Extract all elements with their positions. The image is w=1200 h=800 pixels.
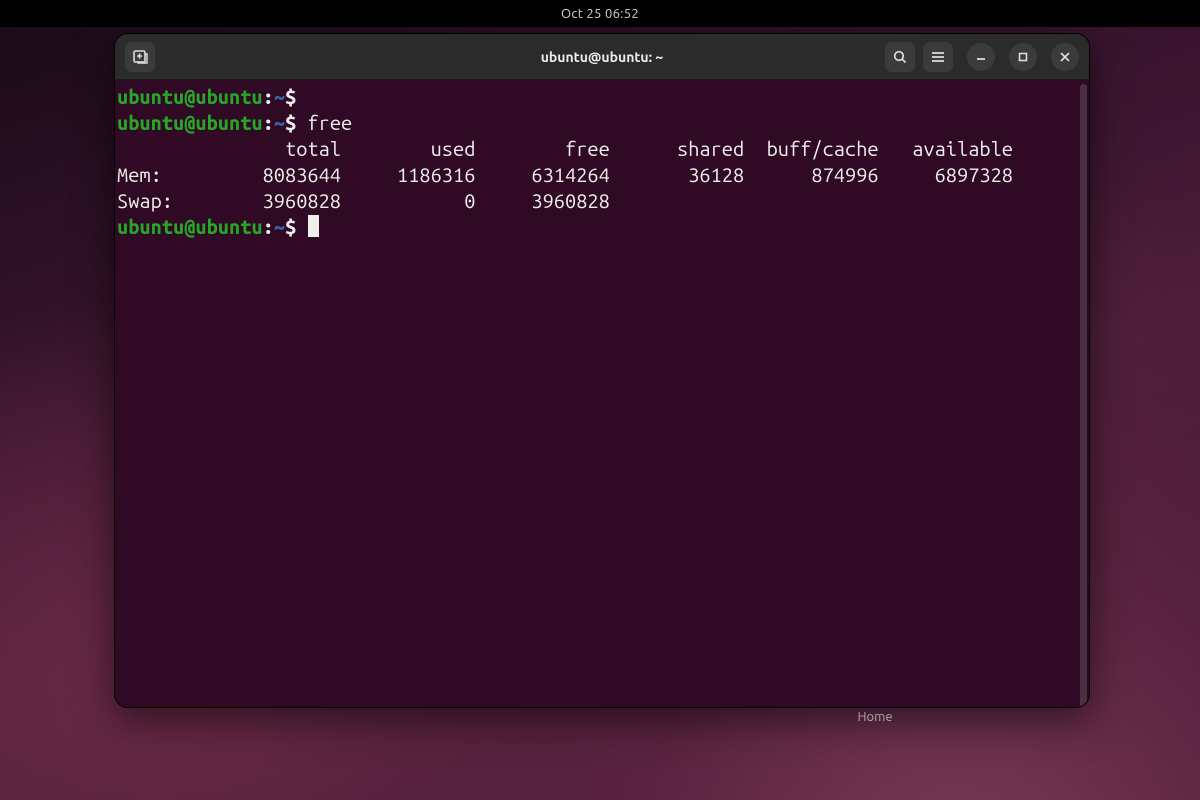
gnome-top-bar[interactable]: Oct 25 06:52 — [0, 0, 1200, 27]
prompt-user: ubuntu — [117, 111, 184, 134]
prompt-colon: : — [263, 215, 274, 238]
prompt-dollar: $ — [285, 111, 296, 134]
prompt-host: ubuntu — [195, 215, 262, 238]
free-swap-row: Swap: 3960828 0 3960828 — [117, 189, 610, 212]
prompt-path: ~ — [274, 215, 285, 238]
scrollbar[interactable] — [1080, 84, 1087, 707]
terminal-titlebar[interactable]: ubuntu@ubuntu: ~ — [115, 34, 1089, 80]
minimize-button[interactable] — [967, 43, 995, 71]
prompt-dollar: $ — [285, 85, 296, 108]
free-mem-row: Mem: 8083644 1186316 6314264 36128 87499… — [117, 163, 1013, 186]
prompt-host: ubuntu — [195, 85, 262, 108]
command-free: free — [296, 111, 352, 134]
prompt-at: @ — [184, 215, 195, 238]
prompt-path: ~ — [274, 111, 285, 134]
prompt-user: ubuntu — [117, 215, 184, 238]
prompt-user: ubuntu — [117, 85, 184, 108]
prompt-colon: : — [263, 85, 274, 108]
prompt-at: @ — [184, 85, 195, 108]
prompt-dollar: $ — [285, 215, 296, 238]
search-button[interactable] — [885, 42, 915, 72]
maximize-icon — [1017, 51, 1029, 63]
new-tab-button[interactable] — [125, 42, 155, 72]
prompt-colon: : — [263, 111, 274, 134]
desktop-wallpaper: Oct 25 06:52 Home ubuntu@ubuntu: ~ — [0, 0, 1200, 800]
terminal-cursor — [308, 215, 319, 237]
prompt-path: ~ — [274, 85, 285, 108]
search-icon — [892, 49, 908, 65]
minimize-icon — [975, 51, 987, 63]
prompt-at: @ — [184, 111, 195, 134]
terminal-body[interactable]: ubuntu@ubuntu:~$ ubuntu@ubuntu:~$ free t… — [115, 80, 1089, 707]
terminal-window: ubuntu@ubuntu: ~ — [114, 33, 1090, 708]
maximize-button[interactable] — [1009, 43, 1037, 71]
clock-label[interactable]: Oct 25 06:52 — [561, 7, 639, 21]
new-tab-icon — [132, 48, 149, 65]
prompt-host: ubuntu — [195, 111, 262, 134]
hamburger-icon — [930, 49, 946, 65]
desktop-icon-label: Home — [840, 710, 910, 724]
menu-button[interactable] — [923, 42, 953, 72]
close-icon — [1059, 51, 1071, 63]
free-header-row: total used free shared buff/cache availa… — [117, 137, 1013, 160]
close-button[interactable] — [1051, 43, 1079, 71]
